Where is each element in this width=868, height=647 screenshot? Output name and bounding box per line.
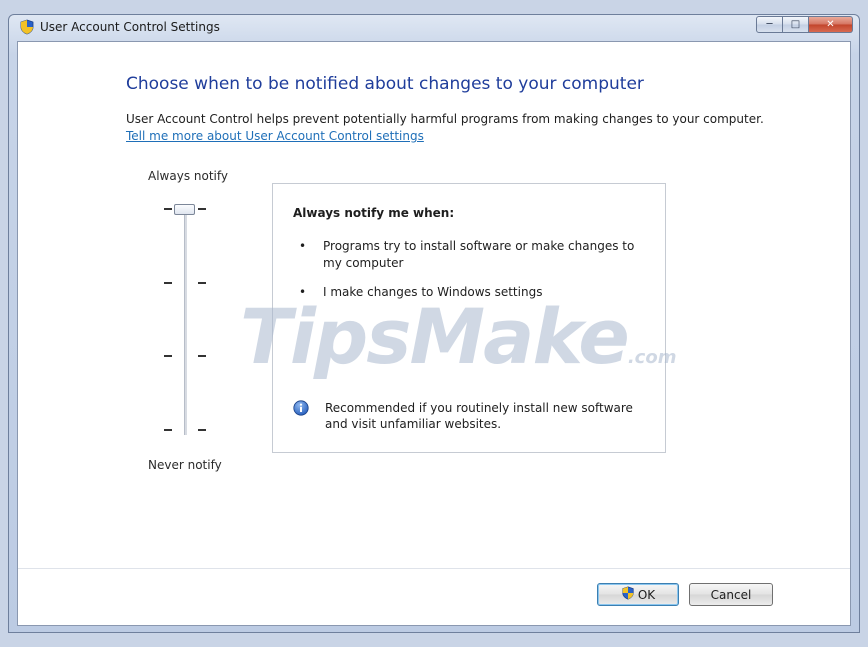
- title-bar[interactable]: User Account Control Settings ─ □ ✕: [9, 15, 859, 39]
- slider-tick: [198, 208, 206, 210]
- dialog-client-area: Choose when to be notified about changes…: [17, 41, 851, 626]
- help-link[interactable]: Tell me more about User Account Control …: [126, 129, 424, 143]
- page-title: Choose when to be notified about changes…: [126, 74, 644, 94]
- slider-thumb[interactable]: [174, 204, 195, 215]
- info-icon: [293, 400, 309, 416]
- slider-tick: [164, 208, 172, 210]
- bullet-item: Programs try to install software or make…: [323, 239, 635, 270]
- notification-description-panel: Always notify me when: • Programs try to…: [272, 183, 666, 453]
- description-text: User Account Control helps prevent poten…: [126, 112, 764, 126]
- window-title: User Account Control Settings: [40, 20, 220, 34]
- minimize-icon: ─: [766, 19, 773, 30]
- bullet-marker: •: [299, 285, 307, 299]
- caption-buttons: ─ □ ✕: [756, 16, 853, 33]
- slider-tick: [164, 429, 172, 431]
- slider-bottom-label: Never notify: [148, 458, 222, 472]
- maximize-button[interactable]: □: [783, 16, 809, 33]
- recommendation-text: Recommended if you routinely install new…: [325, 401, 633, 431]
- slider-tick: [198, 355, 206, 357]
- shield-icon: [19, 19, 35, 35]
- minimize-button[interactable]: ─: [756, 16, 783, 33]
- slider-tick: [198, 282, 206, 284]
- ok-button[interactable]: OK: [597, 583, 679, 606]
- slider-tick: [198, 429, 206, 431]
- cancel-label: Cancel: [710, 587, 752, 602]
- ok-label: OK: [637, 587, 656, 602]
- maximize-icon: □: [790, 19, 801, 30]
- close-button[interactable]: ✕: [809, 16, 853, 33]
- slider-top-label: Always notify: [148, 169, 228, 183]
- bullet-marker: •: [299, 239, 307, 253]
- panel-title: Always notify me when:: [293, 206, 455, 220]
- slider-track[interactable]: [184, 205, 187, 435]
- uac-settings-window: User Account Control Settings ─ □ ✕ Choo…: [8, 14, 860, 633]
- footer-divider: [18, 568, 850, 569]
- cancel-button[interactable]: Cancel: [689, 583, 773, 606]
- bullet-item: I make changes to Windows settings: [323, 285, 543, 299]
- slider-tick: [164, 355, 172, 357]
- shield-icon: [621, 586, 638, 603]
- close-icon: ✕: [826, 19, 835, 30]
- slider-tick: [164, 282, 172, 284]
